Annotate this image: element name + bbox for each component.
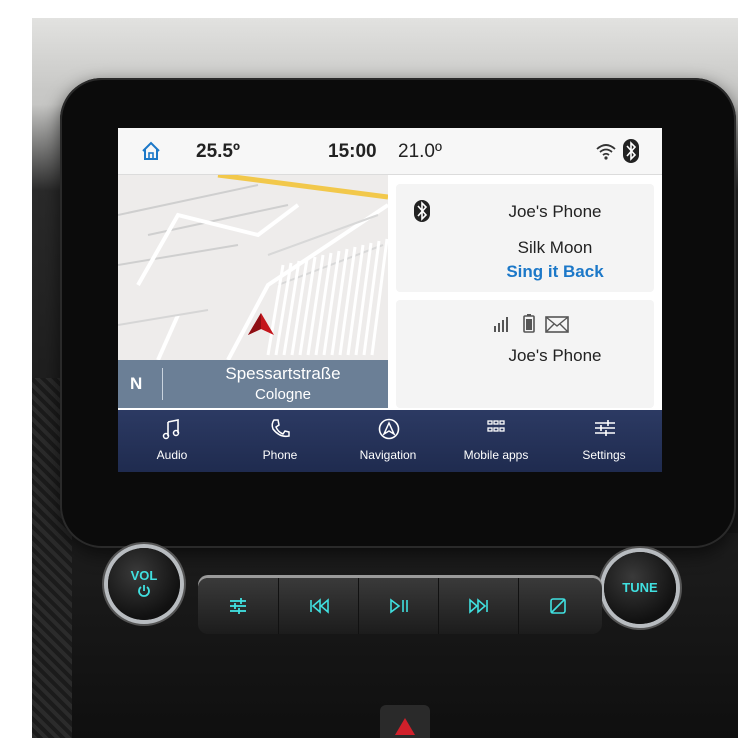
phone-status-card[interactable]: Joe's Phone [396,300,654,408]
home-icon[interactable] [140,140,162,162]
hazard-button[interactable] [380,705,430,738]
signal-icon [494,317,508,332]
vol-label: VOL [130,568,158,583]
media-device-name: Joe's Phone [508,202,602,221]
previous-track-button[interactable] [278,578,359,634]
bluetooth-icon [414,200,430,222]
driver-temperature[interactable]: 25.5º [196,141,240,163]
volume-knob[interactable]: VOL [108,548,180,620]
phone-status-icons [494,314,569,333]
battery-icon [523,314,535,333]
skip-back-icon [310,598,329,614]
power-icon [138,585,150,597]
street-name: Spessartstraße [225,364,341,383]
wifi-icon [596,144,616,160]
divider [162,368,163,400]
nav-settings-label: Settings [582,448,626,462]
bottom-nav-bar: Audio Phone Navigation Mobile apps Setti… [118,410,662,472]
equalizer-button[interactable] [198,578,279,634]
nav-navigation-label: Navigation [359,448,417,462]
infotainment-screen: 25.5º 15:00 21.0º N Spessartstraße Colog… [118,128,662,472]
play-pause-icon [390,598,408,614]
phone-icon [271,419,290,438]
nav-phone-label: Phone [262,448,298,462]
skip-forward-icon [469,598,488,614]
track-title: Silk Moon [517,238,593,257]
current-street-bar: N Spessartstraße Cologne [118,360,388,408]
nav-audio-label: Audio [156,448,188,462]
equalizer-icon [230,598,246,614]
nav-mobile-apps[interactable]: Mobile apps [442,410,550,472]
screen-off-button[interactable] [518,578,598,634]
media-button-bar [198,578,602,634]
bluetooth-icon [623,139,639,163]
map-view[interactable]: N Spessartstraße Cologne [118,175,388,408]
apps-grid-icon [487,420,505,432]
next-track-button[interactable] [438,578,519,634]
nav-mobile-apps-label: Mobile apps [463,448,529,462]
nav-settings[interactable]: Settings [550,410,658,472]
nav-phone[interactable]: Phone [226,410,334,472]
music-note-icon [162,419,180,440]
screen-off-icon [550,598,566,614]
tune-knob[interactable]: TUNE [604,552,676,624]
play-pause-button[interactable] [358,578,439,634]
city-name: Cologne [255,386,311,403]
tune-label: TUNE [622,580,658,595]
status-bar: 25.5º 15:00 21.0º [118,128,662,175]
now-playing-card[interactable]: Joe's Phone Silk Moon Sing it Back [396,184,654,292]
message-icon [545,316,569,333]
passenger-temperature[interactable]: 21.0º [398,141,442,163]
hazard-triangle-icon [395,718,415,735]
nav-audio[interactable]: Audio [118,410,226,472]
nav-navigation[interactable]: Navigation [334,410,442,472]
settings-sliders-icon [595,420,615,436]
clock: 15:00 [328,141,377,162]
vehicle-position-arrow-icon [248,313,274,335]
compass-direction[interactable]: N [130,374,142,394]
artist-name: Sing it Back [506,262,604,281]
navigation-icon [378,418,400,440]
phone-device-name: Joe's Phone [508,346,602,365]
